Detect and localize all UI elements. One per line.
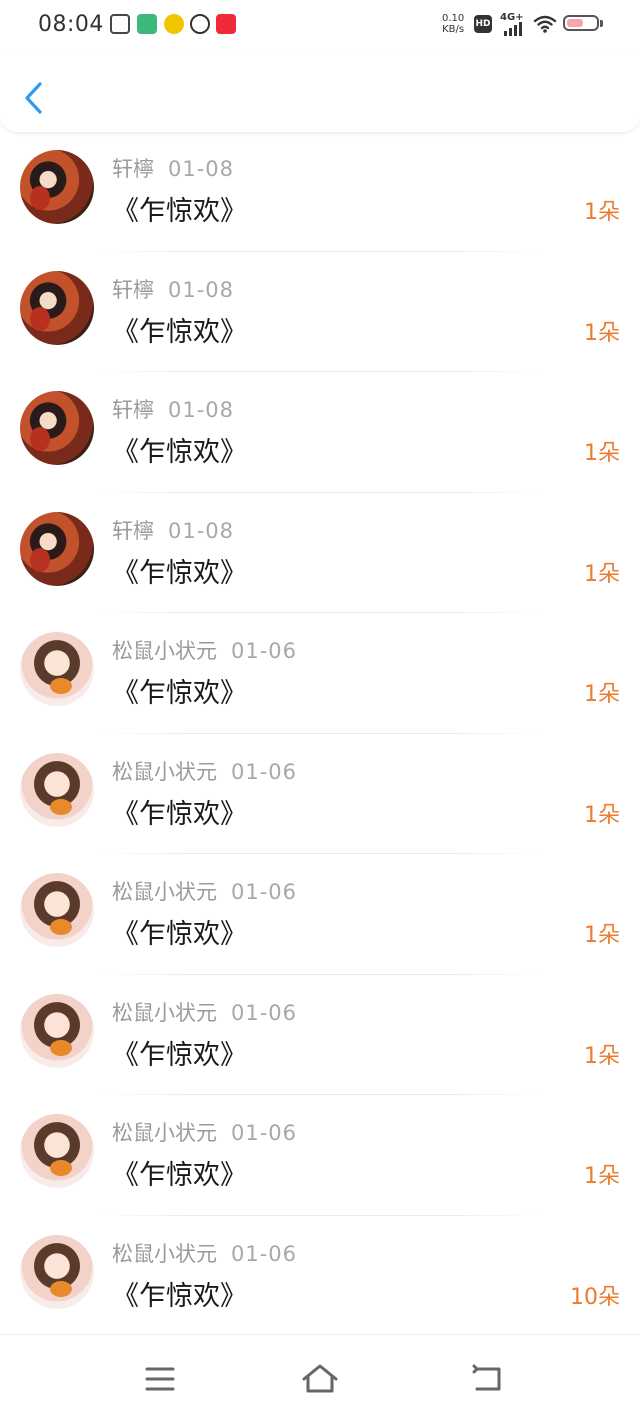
gift-date: 01-08: [168, 157, 235, 181]
avatar[interactable]: [20, 752, 94, 827]
menu-icon[interactable]: [135, 1357, 185, 1401]
book-title: 《乍惊欢》: [112, 678, 247, 709]
sender-name: 轩檸: [112, 157, 154, 181]
gallery-app-icon: [110, 14, 130, 34]
book-title: 《乍惊欢》: [112, 798, 247, 830]
wifi-icon: [533, 15, 557, 33]
gift-date: 01-08: [168, 518, 235, 543]
gift-list: 轩檸 01-08 《乍惊欢》 1朵 轩檸 01-08 《乍惊欢》 1朵 轩檸 01-08 《乍惊欢》…: [0, 131, 640, 1336]
green-app-icon: [137, 14, 157, 34]
circle-app-icon: [190, 14, 210, 34]
net-speed-value: 0.10: [442, 13, 465, 24]
flower-count: 1朵: [584, 200, 620, 225]
sender-line: 轩檸 01-08: [112, 394, 234, 424]
sender-name: 松鼠小状元: [112, 1000, 217, 1025]
list-item[interactable]: 松鼠小状元 01-06 《乍惊欢》 1朵: [0, 734, 640, 854]
sender-line: 轩檸 01-08: [112, 153, 234, 183]
flower-count: 1朵: [584, 320, 620, 346]
book-title: 《乍惊欢》: [112, 1039, 247, 1071]
list-item[interactable]: 松鼠小状元 01-06 《乍惊欢》 1朵: [0, 975, 640, 1095]
flower-count: 1朵: [584, 802, 620, 828]
sender-name: 松鼠小状元: [112, 1241, 217, 1266]
flower-count: 1朵: [584, 1164, 620, 1189]
sender-name: 松鼠小状元: [112, 639, 217, 663]
sender-line: 松鼠小状元 01-06: [112, 1117, 297, 1147]
system-nav-bar: [0, 1334, 640, 1423]
avatar[interactable]: [20, 150, 94, 224]
sender-line: 松鼠小状元 01-06: [112, 635, 297, 665]
sender-line: 轩檸 01-08: [112, 515, 234, 545]
avatar[interactable]: [20, 511, 94, 586]
chevron-left-icon[interactable]: [20, 80, 50, 116]
list-item[interactable]: 松鼠小状元 01-06 《乍惊欢》 1朵: [0, 854, 640, 975]
gift-date: 01-06: [231, 759, 298, 784]
status-bar: 08:04 0.10 KB/s HD 4G+: [0, 0, 640, 50]
gift-date: 01-08: [168, 398, 235, 422]
avatar[interactable]: [20, 993, 94, 1068]
avatar[interactable]: [20, 1114, 94, 1188]
avatar[interactable]: [20, 391, 94, 465]
signal-icon: 4G+: [500, 12, 526, 36]
battery-tip: [600, 20, 603, 27]
avatar[interactable]: [20, 1234, 94, 1309]
back-icon[interactable]: [463, 1357, 513, 1401]
top-bar: [0, 50, 640, 133]
gift-date: 01-06: [231, 880, 298, 904]
status-time: 08:04: [38, 12, 104, 37]
gift-date: 01-06: [231, 1121, 298, 1145]
flower-count: 1朵: [584, 441, 620, 466]
list-item[interactable]: 轩檸 01-08 《乍惊欢》 1朵: [0, 493, 640, 613]
book-title: 《乍惊欢》: [112, 437, 247, 468]
book-title: 《乍惊欢》: [112, 1160, 247, 1191]
sender-line: 松鼠小状元 01-06: [112, 756, 297, 786]
red-app-icon: [216, 14, 236, 34]
sender-name: 松鼠小状元: [112, 1121, 217, 1145]
book-title: 《乍惊欢》: [112, 196, 247, 227]
sender-name: 松鼠小状元: [112, 759, 217, 784]
avatar[interactable]: [20, 270, 94, 345]
avatar[interactable]: [20, 632, 94, 706]
flower-count: 10朵: [570, 1284, 620, 1310]
book-title: 《乍惊欢》: [112, 557, 247, 589]
book-title: 《乍惊欢》: [112, 1280, 247, 1312]
list-item[interactable]: 轩檸 01-08 《乍惊欢》 1朵: [0, 131, 640, 252]
list-item[interactable]: 松鼠小状元 01-06 《乍惊欢》 1朵: [0, 613, 640, 734]
list-item[interactable]: 松鼠小状元 01-06 《乍惊欢》 10朵: [0, 1216, 640, 1336]
net-speed-unit: KB/s: [442, 24, 465, 35]
gift-date: 01-08: [168, 277, 235, 302]
list-item[interactable]: 轩檸 01-08 《乍惊欢》 1朵: [0, 372, 640, 493]
sender-line: 轩檸 01-08: [112, 274, 234, 304]
sender-line: 松鼠小状元 01-06: [112, 1238, 297, 1268]
sender-name: 松鼠小状元: [112, 880, 217, 904]
avatar[interactable]: [20, 873, 94, 947]
flower-count: 1朵: [584, 682, 620, 707]
sender-name: 轩檸: [112, 518, 154, 543]
gift-date: 01-06: [231, 639, 298, 663]
gift-date: 01-06: [231, 1000, 298, 1025]
sender-line: 松鼠小状元 01-06: [112, 997, 297, 1027]
list-item[interactable]: 轩檸 01-08 《乍惊欢》 1朵: [0, 252, 640, 372]
book-title: 《乍惊欢》: [112, 919, 247, 950]
gift-date: 01-06: [231, 1241, 298, 1266]
hd-badge: HD: [474, 15, 492, 33]
home-icon[interactable]: [295, 1357, 345, 1401]
sender-name: 轩檸: [112, 277, 154, 302]
battery-icon: [563, 15, 599, 31]
flower-count: 1朵: [584, 561, 620, 587]
list-item[interactable]: 松鼠小状元 01-06 《乍惊欢》 1朵: [0, 1095, 640, 1216]
sender-line: 松鼠小状元 01-06: [112, 876, 297, 906]
yellow-app-icon: [164, 14, 184, 34]
net-speed: 0.10 KB/s: [442, 13, 464, 35]
book-title: 《乍惊欢》: [112, 316, 247, 348]
flower-count: 1朵: [584, 923, 620, 948]
flower-count: 1朵: [584, 1043, 620, 1069]
sender-name: 轩檸: [112, 398, 154, 422]
